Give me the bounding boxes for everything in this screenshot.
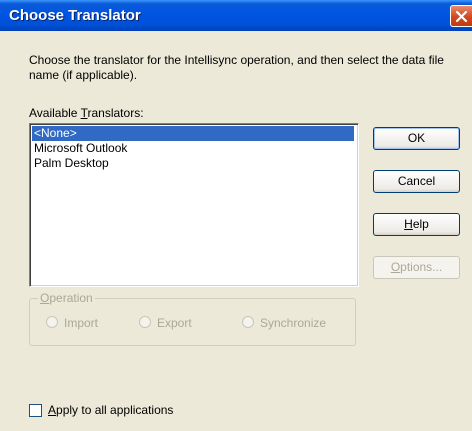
operation-mnemonic: O — [40, 291, 50, 305]
close-icon — [455, 10, 468, 23]
options-button[interactable]: Options... — [373, 256, 460, 279]
instructions-text: Choose the translator for the Intellisyn… — [29, 53, 444, 82]
close-button[interactable] — [450, 5, 472, 27]
available-translators-label: Available Translators: — [29, 106, 144, 120]
label-mnemonic: T — [80, 106, 88, 120]
window-title: Choose Translator — [9, 7, 141, 24]
synchronize-radio-label: Synchronize — [260, 316, 327, 330]
apply-label-text: pply to all applications — [56, 403, 174, 417]
apply-all-label[interactable]: Apply to all applications — [48, 403, 173, 417]
title-bar[interactable]: Choose Translator — [0, 0, 472, 31]
apply-all-checkbox[interactable] — [29, 404, 42, 417]
help-label: elp — [412, 217, 429, 231]
operation-legend-text: peration — [49, 291, 93, 305]
label-part: ranslators: — [87, 106, 144, 120]
operation-legend: Operation — [38, 291, 95, 305]
import-radio[interactable] — [46, 316, 58, 328]
import-radio-label: Import — [64, 316, 99, 330]
list-item-palm-desktop[interactable]: Palm Desktop — [32, 156, 354, 171]
options-label: ptions... — [400, 260, 443, 274]
cancel-button[interactable]: Cancel — [373, 170, 460, 193]
list-item-microsoft-outlook[interactable]: Microsoft Outlook — [32, 141, 354, 156]
export-radio-label: Export — [157, 316, 192, 330]
help-mnemonic: H — [404, 217, 413, 231]
synchronize-radio[interactable] — [242, 316, 254, 328]
ok-button[interactable]: OK — [373, 127, 460, 150]
export-radio[interactable] — [139, 316, 151, 328]
help-button[interactable]: Help — [373, 213, 460, 236]
translators-listbox[interactable]: <None> Microsoft Outlook Palm Desktop — [29, 123, 359, 287]
label-part: Available — [29, 106, 81, 120]
apply-mnemonic: A — [48, 403, 57, 417]
list-item-none[interactable]: <None> — [32, 126, 354, 141]
options-mnemonic: O — [390, 260, 401, 274]
